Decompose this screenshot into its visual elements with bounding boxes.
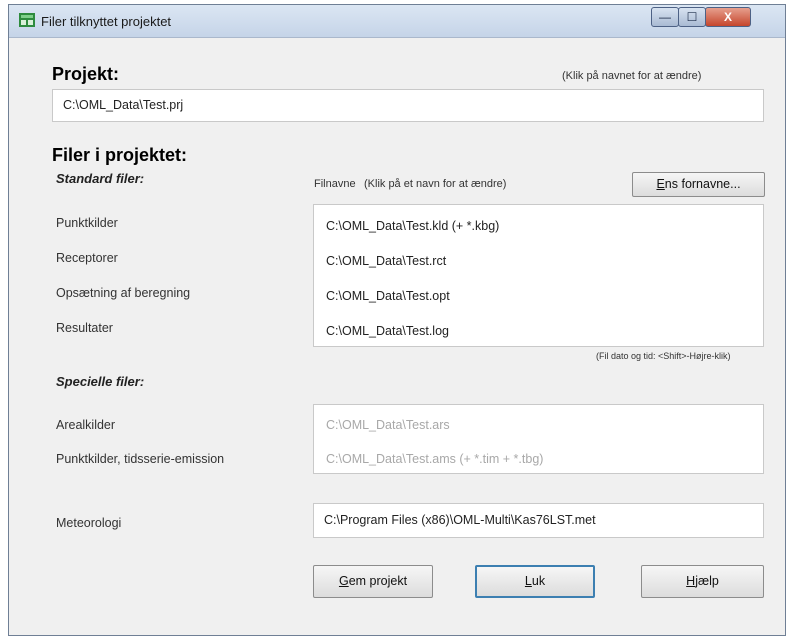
save-project-button[interactable]: Gem projekt <box>313 565 433 598</box>
label-punktkilder: Punktkilder <box>56 216 118 230</box>
minimize-button[interactable]: — <box>651 7 679 27</box>
file-meteorologi[interactable]: C:\Program Files (x86)\OML-Multi\Kas76LS… <box>313 503 764 538</box>
special-files-heading: Specielle filer: <box>56 374 145 389</box>
project-path-field[interactable]: C:\OML_Data\Test.prj <box>52 89 764 122</box>
file-date-hint: (Fil dato og tid: <Shift>-Højre-klik) <box>596 351 731 361</box>
file-opsaetning[interactable]: C:\OML_Data\Test.opt <box>326 289 450 303</box>
same-first-names-button[interactable]: Ens fornavne... <box>632 172 765 197</box>
file-tidsserie[interactable]: C:\OML_Data\Test.ams (+ *.tim + *.tbg) <box>326 452 543 466</box>
project-hint: (Klik på navnet for at ændre) <box>562 70 702 82</box>
maximize-button[interactable]: ☐ <box>678 7 706 27</box>
window-title: Filer tilknyttet projektet <box>41 14 172 29</box>
help-mnemonic: H <box>686 574 696 588</box>
filenames-hint: (Klik på et navn for at ændre) <box>364 178 507 190</box>
files-heading: Filer i projektet: <box>52 145 188 165</box>
label-arealkilder: Arealkilder <box>56 418 116 432</box>
title-bar[interactable]: Filer tilknyttet projektet — ☐ X <box>9 5 785 38</box>
file-punktkilder[interactable]: C:\OML_Data\Test.kld (+ *.kbg) <box>326 219 499 233</box>
standard-files-heading: Standard filer: <box>56 171 145 186</box>
same-first-names-mnemonic: E <box>656 177 665 191</box>
project-heading: Projekt: <box>52 64 120 84</box>
close-window-button[interactable]: X <box>705 7 751 27</box>
close-mnemonic: L <box>524 574 532 588</box>
file-receptorer[interactable]: C:\OML_Data\Test.rct <box>326 254 446 268</box>
close-button[interactable]: Luk <box>475 565 595 598</box>
label-resultater: Resultater <box>56 321 113 335</box>
close-label: uk <box>531 574 546 588</box>
label-receptorer: Receptorer <box>56 251 118 265</box>
app-icon <box>19 13 35 27</box>
standard-files-box: C:\OML_Data\Test.kld (+ *.kbg) C:\OML_Da… <box>313 204 764 347</box>
dialog-body: Projekt: (Klik på navnet for at ændre) C… <box>10 38 784 634</box>
label-meteorologi: Meteorologi <box>56 516 122 530</box>
file-arealkilder[interactable]: C:\OML_Data\Test.ars <box>326 418 450 432</box>
same-first-names-label: ns fornavne... <box>664 177 741 191</box>
help-label: jælp <box>695 574 719 588</box>
file-resultater[interactable]: C:\OML_Data\Test.log <box>326 324 449 338</box>
filenames-label: Filnavne <box>314 178 356 190</box>
label-opsaetning: Opsætning af beregning <box>56 286 191 300</box>
label-tidsserie: Punktkilder, tidsserie-emission <box>56 452 225 466</box>
special-files-box: C:\OML_Data\Test.ars C:\OML_Data\Test.am… <box>313 404 764 474</box>
help-button[interactable]: Hjælp <box>641 565 764 598</box>
save-project-label: em projekt <box>348 574 408 588</box>
save-project-mnemonic: G <box>338 574 349 588</box>
dialog-window: Filer tilknyttet projektet — ☐ X Projekt… <box>8 4 786 636</box>
